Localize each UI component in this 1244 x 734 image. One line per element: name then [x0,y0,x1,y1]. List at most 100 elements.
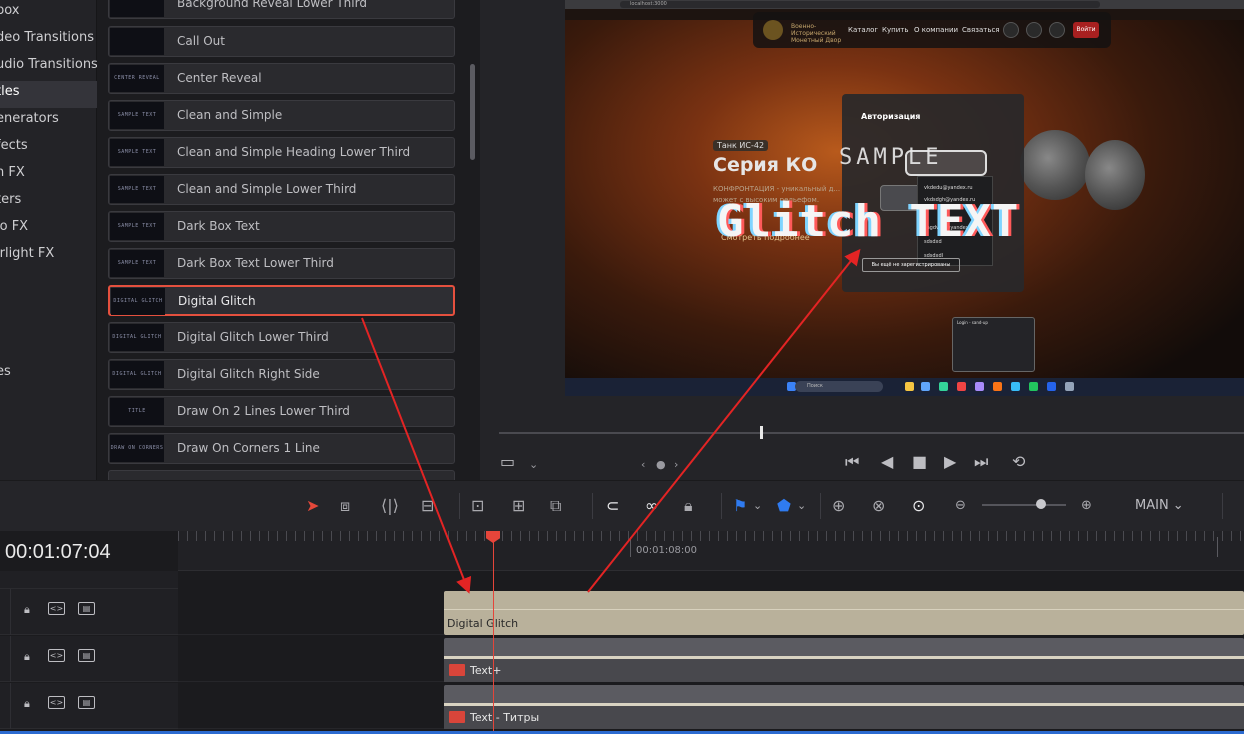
ruler-major-tick [630,537,631,557]
track-visibility-icon[interactable]: ▤ [78,649,95,662]
list-item[interactable]: SAMPLE TEXT Clean and Simple [108,100,455,131]
play-icon[interactable]: ▶ [944,454,956,470]
zoom-slider-knob[interactable] [1036,499,1046,509]
item-label: Draw On 2 Lines Lower Third [177,404,350,418]
list-item[interactable]: SAMPLE TEXT Clean and Simple Lower Third [108,174,455,205]
zoom-full-icon[interactable]: ⊕ [832,497,845,515]
auto-select-icon[interactable]: <> [48,649,65,662]
clip-text-plus[interactable]: Text+ [444,638,1244,682]
prev-arrow-icon[interactable]: ‹ [641,457,645,473]
category-label: udio Transitions [0,57,97,72]
category-toolbox[interactable]: box [0,0,97,27]
zoom-slider[interactable] [982,504,1066,506]
category-video-transitions[interactable]: deo Transitions [0,27,97,54]
app-icon [993,382,1002,391]
title-thumbnail [110,0,164,17]
auto-select-icon[interactable]: <> [48,696,65,709]
lock-icon[interactable]: 🔒︎ [24,697,30,711]
list-scrollbar[interactable] [470,64,475,160]
category-effects[interactable]: fects [0,135,97,162]
selection-tool-icon[interactable]: ➤ [306,497,319,515]
viewer-size-icon[interactable]: ▭ [500,454,515,470]
category-label: deo Transitions [0,30,94,45]
category-generators[interactable]: enerators [0,108,97,135]
category-titles[interactable]: tles [0,81,97,108]
chevron-down-icon[interactable]: ⌄ [529,457,538,473]
list-item[interactable]: Background Reveal Lower Third [108,0,455,19]
item-label: Background Reveal Lower Third [177,0,367,10]
list-item[interactable]: DIGITAL GLITCH Digital Glitch Right Side [108,359,455,390]
title-thumbnail: SAMPLE TEXT [110,250,164,277]
site-nav-contact: Связаться [962,26,1000,34]
auto-select-icon[interactable]: <> [48,602,65,615]
ruler-timecode-label: 00:01:08:00 [636,545,698,556]
marker-icon[interactable]: ⬟ [777,497,791,515]
category-filters[interactable]: ters [0,189,97,216]
go-to-end-icon[interactable]: ⏭ [974,454,988,470]
clip-digital-glitch[interactable] [444,591,1244,635]
list-item[interactable]: DIGITAL GLITCH Digital Glitch Lower Third [108,322,455,353]
timeline-selector[interactable]: MAIN ⌄ [1135,498,1184,513]
list-item-selected[interactable]: DIGITAL GLITCH Digital Glitch [108,285,455,316]
resolve-edit-page: box deo Transitions udio Transitions tle… [0,0,1244,734]
zoom-custom-icon[interactable]: ⊙ [912,497,925,515]
list-item[interactable]: TITLE Draw On 2 Lines Lower Third [108,396,455,427]
category-favorites[interactable]: es [0,361,97,388]
item-label: Draw On Corners 1 Line [177,441,320,455]
chevron-down-icon[interactable]: ⌄ [753,497,762,515]
toolbar-divider [459,493,460,519]
title-thumbnail: SAMPLE TEXT [110,176,164,203]
dot-icon: ● [656,458,666,471]
viewer-scrub-head[interactable] [760,426,763,439]
overwrite-clip-icon[interactable]: ⊞ [512,497,525,515]
zoom-out-icon[interactable]: ⊖ [955,497,966,515]
viewer-frame: localhost:3000 Военно-Исторический Монет… [565,0,1244,396]
list-item[interactable] [108,470,455,480]
zoom-detail-icon[interactable]: ⊗ [872,497,885,515]
track-header-v2: 🔒︎ <> ▤ [0,636,178,682]
zoom-in-icon[interactable]: ⊕ [1081,497,1092,515]
linked-selection-icon[interactable]: ∞ [645,497,658,515]
list-item[interactable]: DRAW ON CORNERS Draw On Corners 1 Line [108,433,455,464]
list-item[interactable]: SAMPLE TEXT Clean and Simple Heading Lowe… [108,137,455,168]
category-fairlight-fx[interactable]: irlight FX [0,243,97,270]
track-visibility-icon[interactable]: ▤ [78,602,95,615]
replace-clip-icon[interactable]: ⧉ [550,497,561,515]
lock-icon[interactable]: 🔒︎ [24,603,30,617]
title-thumbnail: DIGITAL GLITCH [110,361,164,388]
position-lock-icon[interactable]: 🔒︎ [684,497,693,515]
popup-title: Login - sand-up [957,320,988,325]
viewer-scrubber[interactable] [499,432,1244,434]
insert-clip-icon[interactable]: ⊡ [471,497,484,515]
list-item[interactable]: Call Out [108,26,455,57]
clip-divider [444,609,1244,610]
play-reverse-icon[interactable]: ◀ [881,454,893,470]
site-social-icon [1049,22,1065,38]
list-item[interactable]: CENTER REVEAL Center Reveal [108,63,455,94]
title-thumbnail [110,28,164,55]
list-item[interactable]: SAMPLE TEXT Dark Box Text [108,211,455,242]
flag-icon[interactable]: ⚑ [733,497,747,515]
lock-icon[interactable]: 🔒︎ [24,650,30,664]
category-audio-fx[interactable]: io FX [0,216,97,243]
stop-icon[interactable]: ■ [912,454,927,470]
clip-text-titles[interactable]: Text - Титры [444,685,1244,729]
chevron-down-icon[interactable]: ⌄ [797,497,806,515]
next-arrow-icon[interactable]: › [674,457,678,473]
blade-tool-icon[interactable]: ⊟ [421,497,434,515]
ruler-major-tick [1217,537,1218,557]
category-label: irlight FX [0,246,55,261]
category-audio-transitions[interactable]: udio Transitions [0,54,97,81]
title-thumbnail: SAMPLE TEXT [110,102,164,129]
snapping-icon[interactable]: ⊂ [606,497,619,515]
category-label: tles [0,84,20,99]
go-to-start-icon[interactable]: ⏮ [845,454,859,470]
list-item[interactable]: SAMPLE TEXT Dark Box Text Lower Third [108,248,455,279]
site-social-icon [1003,22,1019,38]
dynamic-trim-icon[interactable]: ⟨|⟩ [381,497,399,515]
category-open-fx[interactable]: n FX [0,162,97,189]
track-visibility-icon[interactable]: ▤ [78,696,95,709]
loop-icon[interactable]: ⟲ [1012,454,1025,470]
trim-edit-icon[interactable]: ⧈ [340,497,350,515]
playhead-line[interactable] [493,531,494,734]
